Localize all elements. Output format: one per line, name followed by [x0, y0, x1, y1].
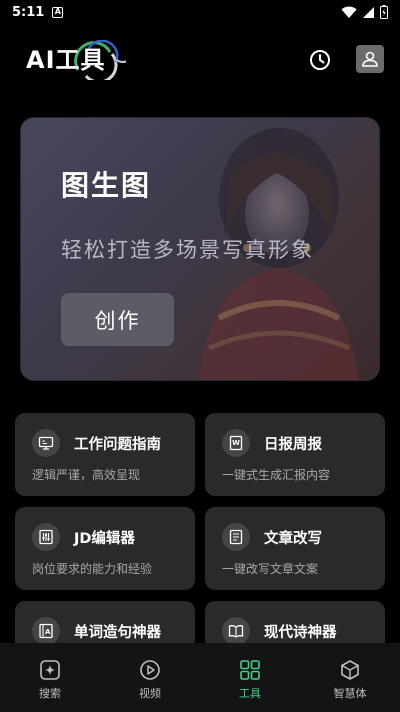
- create-button[interactable]: 创作: [61, 293, 174, 346]
- nav-label: 智慧体: [333, 687, 367, 700]
- profile-button[interactable]: [356, 45, 384, 73]
- tools-grid: 工作问题指南 逻辑严谨，高效呈现 W 日报周报 一键式生成汇报内容 JD编辑器 …: [15, 413, 385, 643]
- history-button[interactable]: [306, 46, 334, 74]
- tool-card[interactable]: W 日报周报 一键式生成汇报内容: [205, 413, 385, 496]
- word-doc-icon: W: [222, 429, 250, 457]
- hero-title: 图生图: [61, 169, 152, 202]
- cube-icon: [341, 660, 359, 680]
- signal-icon: [363, 6, 374, 18]
- tool-card[interactable]: 工作问题指南 逻辑严谨，高效呈现: [15, 413, 195, 496]
- nav-label: 视频: [139, 687, 161, 700]
- nav-item-search[interactable]: 搜索: [0, 643, 100, 712]
- tool-title: JD编辑器: [74, 531, 135, 547]
- tool-title: 日报周报: [264, 437, 322, 453]
- play-circle-icon: [140, 660, 160, 680]
- status-time: 5:11: [12, 4, 45, 20]
- user-icon: [362, 51, 378, 67]
- tool-card[interactable]: 文章改写 一键改写文章文案: [205, 507, 385, 590]
- tool-title: 工作问题指南: [74, 437, 161, 453]
- tool-desc: 岗位要求的能力和经验: [32, 562, 153, 576]
- svg-text:W: W: [232, 439, 240, 447]
- nav-item-tools[interactable]: 工具: [200, 643, 300, 712]
- hero-banner[interactable]: 图生图 轻松打造多场景写真形象 创作: [20, 117, 380, 381]
- tool-card[interactable]: A 单词造句神器: [15, 601, 195, 643]
- tool-desc: 一键式生成汇报内容: [222, 468, 331, 482]
- nav-label: 工具: [239, 687, 261, 700]
- nav-item-agents[interactable]: 智慧体: [300, 643, 400, 712]
- sliders-icon: [32, 523, 60, 551]
- svg-text:A: A: [45, 628, 51, 636]
- tool-title: 文章改写: [264, 531, 322, 547]
- tool-card[interactable]: JD编辑器 岗位要求的能力和经验: [15, 507, 195, 590]
- sparkle-search-icon: [40, 660, 60, 680]
- app-header: AI工具: [0, 36, 400, 84]
- app-title: AI工具: [26, 46, 106, 74]
- wifi-icon: [341, 6, 357, 18]
- hero-subtitle: 轻松打造多场景写真形象: [61, 238, 314, 262]
- tool-card[interactable]: 现代诗神器: [205, 601, 385, 643]
- status-bar: 5:11 A: [0, 0, 400, 24]
- tool-title: 单词造句神器: [74, 625, 161, 641]
- bottom-nav: 搜索 视频 工具 智慧体: [0, 643, 400, 712]
- monitor-icon: [32, 429, 60, 457]
- open-book-icon: [222, 617, 250, 643]
- letter-a-icon: A: [32, 617, 60, 643]
- clock-icon: [310, 50, 330, 70]
- tool-title: 现代诗神器: [264, 625, 337, 641]
- grid-icon: [240, 660, 260, 680]
- battery-icon: [380, 5, 388, 19]
- notification-icon: A: [52, 6, 64, 18]
- nav-label: 搜索: [39, 687, 61, 700]
- nav-item-video[interactable]: 视频: [100, 643, 200, 712]
- tool-desc: 逻辑严谨，高效呈现: [32, 468, 141, 482]
- tool-desc: 一键改写文章文案: [222, 562, 319, 576]
- status-right: [341, 5, 388, 19]
- document-icon: [222, 523, 250, 551]
